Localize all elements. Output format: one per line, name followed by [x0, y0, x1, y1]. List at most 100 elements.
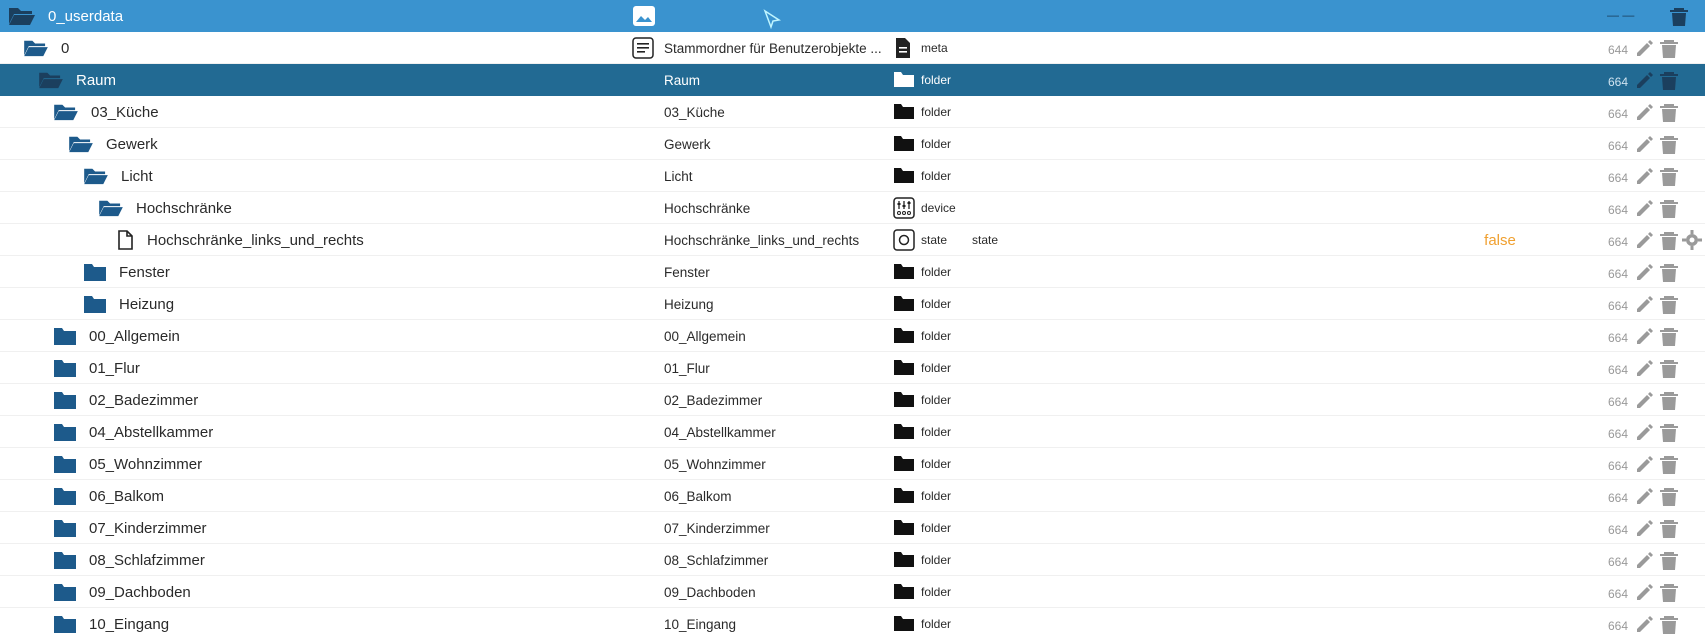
delete-icon[interactable] — [1658, 549, 1680, 571]
row-value-cell[interactable]: false — [1440, 224, 1560, 256]
tree-row-07-kinderzimmer[interactable]: 07_Kinderzimmer 07_Kinderzimmer folder 6… — [0, 512, 1705, 544]
row-value-cell[interactable] — [1440, 448, 1560, 480]
delete-icon[interactable] — [1658, 485, 1680, 507]
tree-row-0[interactable]: 0 Stammordner für Benutzerobjekte ... me… — [0, 32, 1705, 64]
row-role-cell — [972, 608, 1092, 639]
folder-closed-icon[interactable] — [53, 614, 77, 634]
folder-closed-icon[interactable] — [83, 262, 107, 282]
tree-row-08-schlafzimmer[interactable]: 08_Schlafzimmer 08_Schlafzimmer folder 6… — [0, 544, 1705, 576]
edit-icon[interactable] — [1634, 197, 1656, 219]
folder-open-icon[interactable] — [23, 38, 49, 58]
edit-icon[interactable] — [1634, 133, 1656, 155]
folder-closed-icon[interactable] — [53, 550, 77, 570]
tree-row-01-flur[interactable]: 01_Flur 01_Flur folder 664 — [0, 352, 1705, 384]
delete-icon[interactable] — [1658, 165, 1680, 187]
tree-row-03-k-che[interactable]: 03_Küche 03_Küche folder 664 — [0, 96, 1705, 128]
edit-icon[interactable] — [1634, 357, 1656, 379]
delete-icon[interactable] — [1658, 421, 1680, 443]
edit-icon[interactable] — [1634, 581, 1656, 603]
tree-row-gewerk[interactable]: Gewerk Gewerk folder 664 — [0, 128, 1705, 160]
row-value-cell[interactable] — [1440, 32, 1560, 64]
tree-row-licht[interactable]: Licht Licht folder 664 — [0, 160, 1705, 192]
folder-open-icon[interactable] — [38, 70, 64, 90]
folder-closed-icon[interactable] — [53, 454, 77, 474]
delete-icon[interactable] — [1658, 517, 1680, 539]
tree-row-04-abstellkammer[interactable]: 04_Abstellkammer 04_Abstellkammer folder… — [0, 416, 1705, 448]
delete-icon[interactable] — [1658, 357, 1680, 379]
edit-icon[interactable] — [1634, 453, 1656, 475]
folder-closed-icon[interactable] — [53, 422, 77, 442]
folder-open-icon[interactable] — [8, 5, 36, 27]
folder-open-icon[interactable] — [98, 198, 124, 218]
tree-row-06-balkom[interactable]: 06_Balkom 06_Balkom folder 664 — [0, 480, 1705, 512]
delete-icon[interactable] — [1658, 101, 1680, 123]
folder-closed-icon[interactable] — [53, 326, 77, 346]
delete-icon[interactable] — [1658, 261, 1680, 283]
edit-icon[interactable] — [1634, 549, 1656, 571]
delete-icon[interactable] — [1658, 581, 1680, 603]
folder-open-icon[interactable] — [53, 102, 79, 122]
edit-icon[interactable] — [1634, 517, 1656, 539]
tree-row-hochschr-nke[interactable]: Hochschränke Hochschränke device 664 — [0, 192, 1705, 224]
image-icon[interactable] — [632, 5, 656, 27]
tree-row-00-allgemein[interactable]: 00_Allgemein 00_Allgemein folder 664 — [0, 320, 1705, 352]
folder-closed-icon[interactable] — [53, 486, 77, 506]
tree-row-09-dachboden[interactable]: 09_Dachboden 09_Dachboden folder 664 — [0, 576, 1705, 608]
edit-icon[interactable] — [1634, 229, 1656, 251]
edit-icon[interactable] — [1634, 37, 1656, 59]
delete-icon[interactable] — [1658, 133, 1680, 155]
folder-closed-icon[interactable] — [53, 390, 77, 410]
folder-closed-icon[interactable] — [53, 518, 77, 538]
row-value-cell[interactable] — [1440, 608, 1560, 639]
tree-row-hochschr-nke-links-und-rechts[interactable]: Hochschränke_links_und_rechts Hochschrän… — [0, 224, 1705, 256]
tree-row-10-eingang[interactable]: 10_Eingang 10_Eingang folder 664 — [0, 608, 1705, 639]
edit-icon[interactable] — [1634, 165, 1656, 187]
row-value-cell[interactable] — [1440, 416, 1560, 448]
row-value-cell[interactable] — [1440, 576, 1560, 608]
folder-open-icon[interactable] — [68, 134, 94, 154]
tree-row-root[interactable]: 0_userdata — — — [0, 0, 1705, 32]
folder-open-icon[interactable] — [83, 166, 109, 186]
delete-icon[interactable] — [1658, 325, 1680, 347]
delete-icon[interactable] — [1658, 37, 1680, 59]
edit-icon[interactable] — [1634, 293, 1656, 315]
row-value-cell[interactable] — [1440, 320, 1560, 352]
row-value-cell[interactable] — [1440, 256, 1560, 288]
delete-icon[interactable] — [1658, 229, 1680, 251]
tree-row-05-wohnzimmer[interactable]: 05_Wohnzimmer 05_Wohnzimmer folder 664 — [0, 448, 1705, 480]
row-value-cell[interactable] — [1440, 544, 1560, 576]
delete-icon[interactable] — [1658, 293, 1680, 315]
edit-icon[interactable] — [1634, 261, 1656, 283]
folder-closed-icon[interactable] — [53, 358, 77, 378]
edit-icon[interactable] — [1634, 421, 1656, 443]
edit-icon[interactable] — [1634, 325, 1656, 347]
gear-icon[interactable] — [1682, 230, 1702, 250]
delete-icon[interactable] — [1658, 453, 1680, 475]
row-value-cell[interactable] — [1440, 192, 1560, 224]
row-value-cell[interactable] — [1440, 128, 1560, 160]
edit-icon[interactable] — [1634, 389, 1656, 411]
edit-icon[interactable] — [1634, 69, 1656, 91]
folder-closed-icon[interactable] — [53, 582, 77, 602]
folder-closed-icon[interactable] — [83, 294, 107, 314]
edit-icon[interactable] — [1634, 485, 1656, 507]
row-value-cell[interactable] — [1440, 288, 1560, 320]
row-value-cell[interactable] — [1440, 352, 1560, 384]
delete-icon[interactable] — [1658, 613, 1680, 635]
edit-icon[interactable] — [1634, 613, 1656, 635]
delete-icon[interactable] — [1658, 197, 1680, 219]
row-value-cell[interactable] — [1440, 480, 1560, 512]
delete-icon[interactable] — [1658, 389, 1680, 411]
row-value-cell[interactable] — [1440, 512, 1560, 544]
tree-row-fenster[interactable]: Fenster Fenster folder 664 — [0, 256, 1705, 288]
row-value-cell[interactable] — [1440, 160, 1560, 192]
delete-icon[interactable] — [1668, 5, 1690, 27]
row-value-cell[interactable] — [1440, 96, 1560, 128]
row-value-cell[interactable] — [1440, 384, 1560, 416]
tree-row-02-badezimmer[interactable]: 02_Badezimmer 02_Badezimmer folder 664 — [0, 384, 1705, 416]
edit-icon[interactable] — [1634, 101, 1656, 123]
tree-row-heizung[interactable]: Heizung Heizung folder 664 — [0, 288, 1705, 320]
tree-row-raum[interactable]: Raum Raum folder 664 — [0, 64, 1705, 96]
delete-icon[interactable] — [1658, 69, 1680, 91]
row-value-cell[interactable] — [1440, 64, 1560, 96]
